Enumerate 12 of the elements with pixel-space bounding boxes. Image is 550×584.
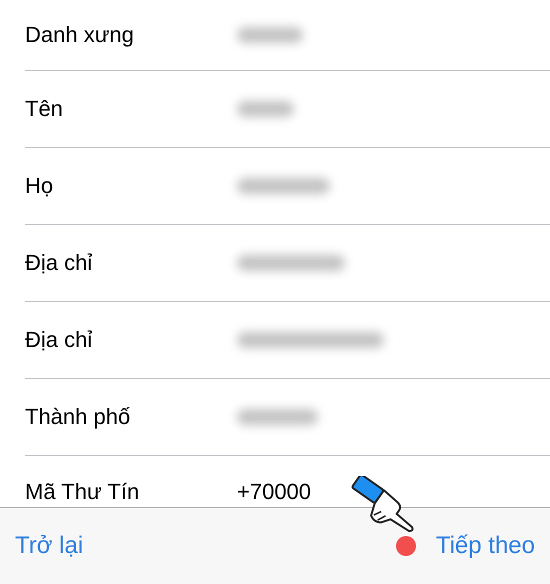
field-label: Địa chỉ <box>25 250 94 276</box>
field-value[interactable]: +70000 <box>237 479 312 505</box>
blurred-value <box>237 101 294 117</box>
field-label: Tên <box>25 96 64 122</box>
field-label: Họ <box>25 173 54 199</box>
field-label: Mã Thư Tín <box>25 479 140 505</box>
next-link[interactable]: Tiếp theo <box>436 532 535 560</box>
back-link[interactable]: Trở lại <box>15 532 84 560</box>
field-label: Thành phố <box>25 404 132 430</box>
blurred-value <box>237 27 303 43</box>
field-label: Địa chỉ <box>25 327 94 353</box>
field-label: Danh xưng <box>25 22 135 48</box>
